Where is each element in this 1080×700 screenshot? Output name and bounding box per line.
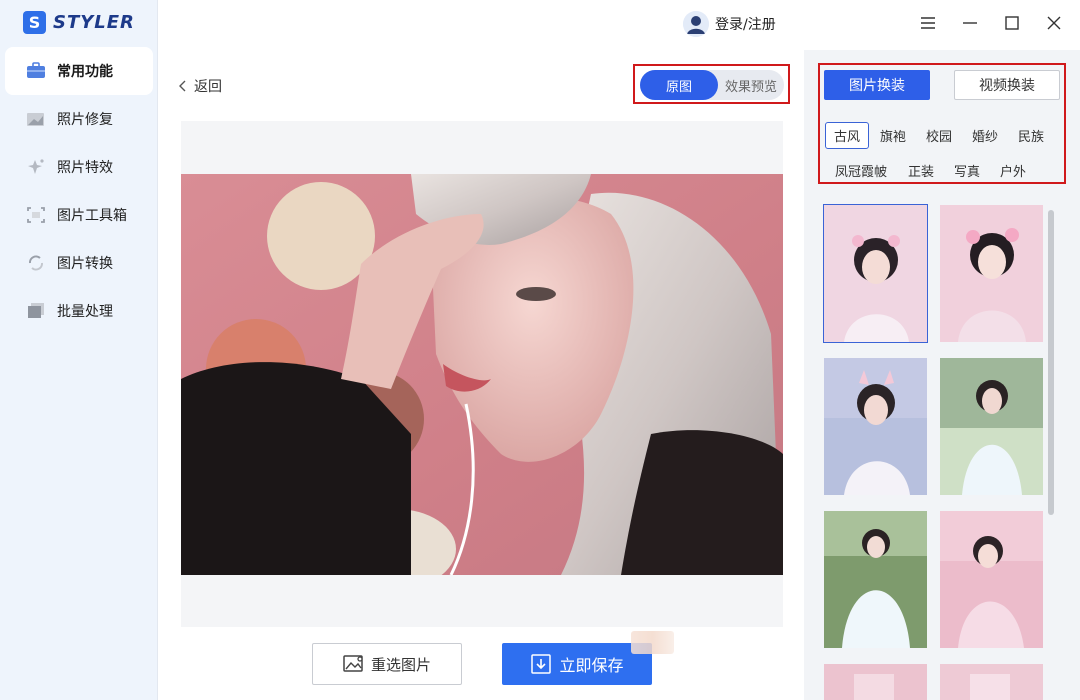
preview-view-option[interactable]: 效果预览 <box>718 70 784 100</box>
save-now-button[interactable]: 立即保存 <box>502 643 652 685</box>
maximize-icon <box>1005 15 1019 34</box>
category-campus[interactable]: 校园 <box>919 122 959 149</box>
photo-repair-icon <box>26 110 46 128</box>
sidebar-item-label: 照片修复 <box>57 112 113 128</box>
sidebar-item-label: 常用功能 <box>57 64 113 80</box>
sidebar-item-label: 图片转换 <box>57 256 113 272</box>
brand: S STYLER <box>23 11 135 34</box>
back-button[interactable]: 返回 <box>178 76 222 96</box>
brand-name: STYLER <box>53 12 135 33</box>
reselect-label: 重选图片 <box>370 655 431 674</box>
outfit-thumbnail[interactable] <box>940 511 1043 648</box>
avatar-icon <box>683 11 709 37</box>
close-button[interactable] <box>1042 12 1066 36</box>
reselect-image-button[interactable]: 重选图片 <box>312 643 462 685</box>
sidebar-item-photo-repair[interactable]: 照片修复 <box>0 95 158 143</box>
save-label: 立即保存 <box>559 656 624 675</box>
category-gufeng[interactable]: 古风 <box>825 122 869 149</box>
category-outdoor[interactable]: 户外 <box>993 157 1033 184</box>
login-label: 登录/注册 <box>715 17 776 33</box>
outfit-thumbnail[interactable] <box>940 664 1043 700</box>
app-logo-icon: S <box>23 11 46 34</box>
login-register-button[interactable]: 登录/注册 <box>683 11 776 37</box>
uploaded-photo <box>181 174 783 575</box>
sidebar-item-image-convert[interactable]: 图片转换 <box>0 239 158 287</box>
batch-icon <box>26 302 46 320</box>
sparkle-icon <box>26 158 46 176</box>
menu-icon <box>920 15 936 34</box>
category-formal[interactable]: 正装 <box>901 157 941 184</box>
back-label: 返回 <box>194 79 222 95</box>
sidebar-item-label: 照片特效 <box>57 160 113 176</box>
sidebar-item-image-toolbox[interactable]: 图片工具箱 <box>0 191 158 239</box>
image-icon <box>343 655 363 672</box>
maximize-button[interactable] <box>1000 12 1024 36</box>
tab-image-outfit[interactable]: 图片换装 <box>824 70 930 100</box>
category-phoenix-crown[interactable]: 凤冠霞帔 <box>827 157 895 184</box>
menu-button[interactable] <box>916 12 940 36</box>
minimize-icon <box>962 15 978 34</box>
outfit-thumbnail[interactable] <box>824 511 927 648</box>
tab-video-outfit[interactable]: 视频换装 <box>954 70 1060 100</box>
sidebar-item-label: 图片工具箱 <box>57 208 127 224</box>
outfit-thumbnail[interactable] <box>823 204 928 343</box>
close-icon <box>1047 15 1061 34</box>
thumbnails-scrollbar[interactable] <box>1048 210 1054 515</box>
category-portrait[interactable]: 写真 <box>947 157 987 184</box>
sidebar-item-label: 批量处理 <box>57 304 113 320</box>
sidebar-nav: 常用功能 照片修复 照片特效 图片工具箱 图片转换 批量处理 <box>0 47 158 335</box>
outfit-thumbnail[interactable] <box>940 358 1043 495</box>
outfit-thumbnail[interactable] <box>824 664 927 700</box>
toolbox-icon <box>26 62 46 80</box>
minimize-button[interactable] <box>958 12 982 36</box>
sidebar: S STYLER 常用功能 照片修复 照片特效 图片工具箱 图片转换 批量处理 <box>0 0 158 700</box>
download-icon <box>531 654 552 674</box>
sidebar-item-common[interactable]: 常用功能 <box>5 47 153 95</box>
original-view-option[interactable]: 原图 <box>640 70 718 100</box>
outfit-thumbnail[interactable] <box>824 358 927 495</box>
category-qipao[interactable]: 旗袍 <box>873 122 913 149</box>
crop-frame-icon <box>26 206 46 224</box>
category-wedding[interactable]: 婚纱 <box>965 122 1005 149</box>
outfit-thumbnail[interactable] <box>940 205 1043 342</box>
chevron-left-icon <box>179 80 186 92</box>
sidebar-item-photo-effects[interactable]: 照片特效 <box>0 143 158 191</box>
convert-icon <box>26 254 46 272</box>
blurred-badge <box>631 631 674 654</box>
sidebar-item-batch[interactable]: 批量处理 <box>0 287 158 335</box>
view-toggle: 原图 效果预览 <box>640 70 784 100</box>
category-ethnic[interactable]: 民族 <box>1011 122 1051 149</box>
